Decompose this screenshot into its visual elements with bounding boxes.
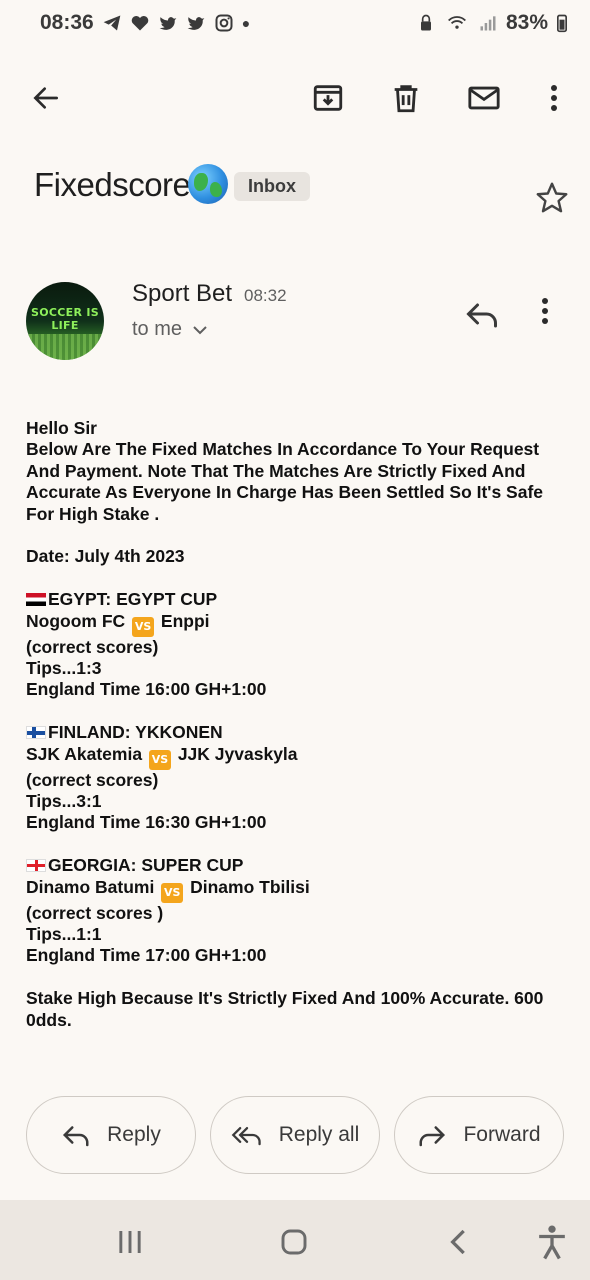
vs-icon: VS: [161, 882, 184, 903]
reply-all-icon: [231, 1127, 261, 1146]
match-time: England Time 16:00 GH+1:00: [26, 679, 267, 700]
match-tips: Tips...3:1: [26, 791, 102, 812]
twitter-icon: [159, 17, 177, 30]
mail-icon: [468, 86, 500, 110]
reply-button[interactable]: Reply: [26, 1096, 196, 1174]
match-date: Date: July 4th 2023: [26, 546, 185, 567]
accessibility-button[interactable]: [530, 1220, 574, 1264]
star-button[interactable]: [534, 180, 574, 220]
match-tips: Tips...1:3: [26, 658, 102, 679]
inbox-label-badge[interactable]: Inbox: [234, 172, 310, 201]
archive-icon: [313, 85, 343, 111]
action-buttons: Reply Reply all Forward: [26, 1096, 566, 1176]
reply-all-label: Reply all: [278, 1123, 360, 1146]
clock: 08:36: [40, 11, 94, 34]
globe-icon: [188, 164, 228, 204]
quick-reply-button[interactable]: [464, 296, 508, 340]
match-type: (correct scores): [26, 636, 159, 657]
more-vert-icon: [551, 85, 557, 111]
lock-icon: [420, 14, 431, 31]
egypt-flag-icon: [26, 593, 46, 607]
home-icon: [281, 1229, 307, 1255]
status-bar: 08:36 ● 83%: [0, 0, 590, 46]
match-fixture: Nogoom FC VS Enppi: [26, 611, 570, 637]
reply-icon: [466, 303, 497, 328]
match-league: EGYPT: EGYPT CUP: [26, 589, 570, 610]
reply-all-button[interactable]: Reply all: [210, 1096, 380, 1174]
recent-apps-icon: [119, 1231, 141, 1253]
status-right: 83%: [416, 11, 568, 35]
georgia-flag-icon: [26, 859, 46, 873]
match-time: England Time 17:00 GH+1:00: [26, 945, 267, 966]
forward-icon: [419, 1126, 446, 1147]
vs-icon: VS: [132, 616, 155, 637]
system-nav-bar: [0, 1200, 590, 1280]
reply-icon: [63, 1126, 89, 1147]
match-fixture: SJK Akatemia VS JJK Jyvaskyla: [26, 744, 570, 770]
chevron-down-icon: [193, 325, 207, 334]
battery-percent: 83%: [505, 11, 548, 34]
match-type: (correct scores ): [26, 902, 164, 923]
heart-icon: [131, 15, 148, 31]
message-more-button[interactable]: [540, 296, 568, 340]
match-fixture: Dinamo Batumi VS Dinamo Tbilisi: [26, 877, 570, 903]
signal-icon: [480, 16, 496, 31]
email-subject: Fixedscore: [34, 166, 191, 203]
accessibility-icon: [539, 1225, 565, 1260]
vs-icon: VS: [148, 749, 171, 770]
home-button[interactable]: [272, 1220, 316, 1264]
match-league: GEORGIA: SUPER CUP: [26, 855, 570, 876]
finland-flag-icon: [26, 726, 46, 740]
avatar-text: SOCCER IS LIFE: [31, 306, 99, 332]
match-tips: Tips...1:1: [26, 924, 102, 945]
forward-button[interactable]: Forward: [394, 1096, 564, 1174]
archive-button[interactable]: [306, 76, 350, 120]
match-time: England Time 16:30 GH+1:00: [26, 812, 267, 833]
battery-icon: [557, 14, 567, 33]
twitter-icon: [187, 17, 205, 30]
closing-paragraph: Stake High Because It's Strictly Fixed A…: [26, 988, 544, 1030]
email-body: Hello Sir Below Are The Fixed Matches In…: [26, 418, 570, 1031]
status-left: 08:36 ●: [40, 11, 250, 35]
chevron-left-icon: [450, 1229, 465, 1255]
match-league: FINLAND: YKKONEN: [26, 722, 570, 743]
mark-unread-button[interactable]: [462, 76, 506, 120]
more-vert-icon: [542, 298, 548, 324]
trash-icon: [394, 85, 418, 113]
toolbar: [0, 64, 590, 130]
delete-button[interactable]: [384, 76, 428, 120]
telegram-icon: [103, 15, 121, 31]
sender-row: SOCCER IS LIFE Sport Bet 08:32 to me: [26, 280, 566, 366]
intro-paragraph: Below Are The Fixed Matches In Accordanc…: [26, 439, 544, 524]
sender-name: Sport Bet: [132, 280, 233, 307]
back-button[interactable]: [24, 76, 68, 120]
nav-back-button[interactable]: [438, 1220, 482, 1264]
reply-label: Reply: [107, 1123, 161, 1146]
recipient-text: to me: [132, 318, 183, 340]
notification-dot-icon: ●: [241, 15, 251, 31]
wifi-icon: [447, 16, 466, 29]
more-options-button[interactable]: [532, 76, 576, 120]
subject-row: Fixedscore Inbox: [34, 160, 568, 230]
back-arrow-icon: [33, 87, 58, 109]
recent-apps-button[interactable]: [108, 1220, 152, 1264]
star-icon: [536, 182, 568, 213]
avatar-grass: [26, 334, 104, 360]
avatar[interactable]: SOCCER IS LIFE: [26, 282, 104, 360]
forward-label: Forward: [463, 1123, 541, 1146]
greeting: Hello Sir: [26, 418, 97, 438]
match-type: (correct scores): [26, 769, 159, 790]
recipient-details-toggle[interactable]: to me: [132, 318, 208, 341]
instagram-icon: [215, 14, 233, 32]
sent-time: 08:32: [244, 286, 287, 305]
